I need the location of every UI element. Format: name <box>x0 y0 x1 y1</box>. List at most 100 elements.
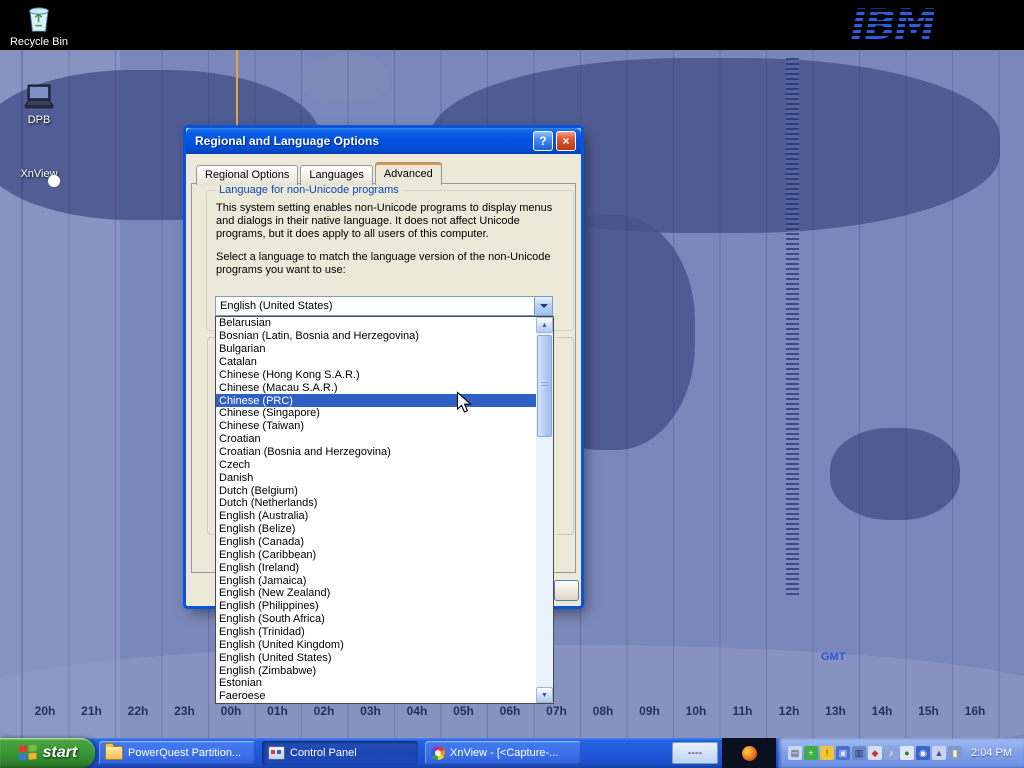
control-panel-icon <box>268 746 285 760</box>
language-option[interactable]: English (Jamaica) <box>216 574 536 587</box>
language-option[interactable]: Czech <box>216 458 536 471</box>
chevron-down-icon <box>540 304 548 308</box>
desktop-icon-recycle-bin[interactable]: Recycle Bin <box>6 4 72 48</box>
scroll-down-button[interactable]: ▼ <box>536 687 553 703</box>
language-option[interactable]: Chinese (Hong Kong S.A.R.) <box>216 368 536 381</box>
tray-messenger-icon[interactable]: ◉ <box>916 746 930 760</box>
language-option[interactable]: English (Belize) <box>216 523 536 536</box>
hidden-groupbox-edge-right <box>557 337 574 535</box>
tray-removal-icon[interactable]: ▲ <box>932 746 946 760</box>
tray-shield-icon[interactable]: + <box>804 746 818 760</box>
taskbar-button-control-panel[interactable]: Control Panel <box>262 741 418 765</box>
language-option[interactable]: Chinese (PRC) <box>216 394 536 407</box>
tray-network-icon[interactable]: ▥ <box>852 746 866 760</box>
folder-icon <box>105 746 123 760</box>
taskbar-button-powerquest[interactable]: PowerQuest Partition... <box>99 741 255 765</box>
taskbar-button-label: PowerQuest Partition... <box>128 747 241 759</box>
icon-label: XnView <box>6 168 72 180</box>
language-option[interactable]: Faeroese <box>216 690 536 703</box>
tray-display-icon[interactable]: ▣ <box>836 746 850 760</box>
app-launcher-icon <box>742 746 757 761</box>
desktop-icon-dpb[interactable]: DPB <box>6 82 72 126</box>
system-tray: ▤+!▣▥◆♪●◉▲▮ 2:04 PM <box>778 738 1024 768</box>
language-option[interactable]: Danish <box>216 471 536 484</box>
laptop-icon <box>21 82 57 112</box>
tray-keyboard-icon[interactable]: ▤ <box>788 746 802 760</box>
language-option[interactable]: Chinese (Taiwan) <box>216 420 536 433</box>
ibm-logo: IBM <box>851 0 934 49</box>
date-line-hatch <box>786 58 799 598</box>
start-label: start <box>43 744 78 762</box>
taskbar-buttons: PowerQuest Partition... Control Panel XnVi… <box>99 741 581 765</box>
language-option[interactable]: English (United States) <box>216 651 536 664</box>
group-box-title: Language for non-Unicode programs <box>216 184 402 196</box>
tab-regional-options[interactable]: Regional Options <box>196 165 298 185</box>
taskbar: start PowerQuest Partition... Control Pan… <box>0 738 1024 768</box>
language-option[interactable]: Dutch (Netherlands) <box>216 497 536 510</box>
non-unicode-language-combobox[interactable]: English (United States) <box>215 296 553 316</box>
language-option[interactable]: Estonian <box>216 677 536 690</box>
gmt-label: GMT <box>821 651 845 663</box>
taskbar-toolbar-label: ---- <box>688 747 703 759</box>
meridian-highlight-line <box>236 50 238 130</box>
language-option[interactable]: English (Caribbean) <box>216 548 536 561</box>
scrollbar-track[interactable] <box>536 333 553 687</box>
tray-antivirus-icon[interactable]: ◆ <box>868 746 882 760</box>
scroll-up-button[interactable]: ▲ <box>536 317 553 333</box>
dialog-title: Regional and Language Options <box>195 134 530 148</box>
language-options: BelarusianBosnian (Latin, Bosnia and Her… <box>216 317 536 703</box>
taskbar-toolbar[interactable]: ---- <box>672 742 718 764</box>
language-option[interactable]: Dutch (Belgium) <box>216 484 536 497</box>
language-option[interactable]: English (United Kingdom) <box>216 638 536 651</box>
language-option[interactable]: Bosnian (Latin, Bosnia and Herzegovina) <box>216 330 536 343</box>
language-option[interactable]: English (Zimbabwe) <box>216 664 536 677</box>
taskbar-button-label: Control Panel <box>290 747 357 759</box>
taskbar-button-label: XnView - [<Capture-... <box>450 747 558 759</box>
tray-scheduler-icon[interactable]: ● <box>900 746 914 760</box>
language-option[interactable]: Croatian <box>216 433 536 446</box>
tray-icons: ▤+!▣▥◆♪●◉▲▮ <box>788 746 962 760</box>
combobox-dropdown-button[interactable] <box>534 297 552 315</box>
start-button[interactable]: start <box>0 738 95 768</box>
language-option[interactable]: Chinese (Singapore) <box>216 407 536 420</box>
dialog-tab-strip: Regional Options Languages Advanced <box>196 162 444 185</box>
desktop: 20h21h22h23h00h01h02h03h04h05h06h07h08h0… <box>0 0 1024 768</box>
group-description: This system setting enables non-Unicode … <box>216 202 564 241</box>
combobox-value: English (United States) <box>216 300 534 312</box>
icon-label: Recycle Bin <box>6 36 72 48</box>
language-option[interactable]: Bulgarian <box>216 343 536 356</box>
tab-languages[interactable]: Languages <box>300 165 372 185</box>
language-option[interactable]: English (Canada) <box>216 536 536 549</box>
tray-update-icon[interactable]: ! <box>820 746 834 760</box>
scrollbar-thumb[interactable] <box>537 335 552 437</box>
taskbar-dark-segment[interactable] <box>722 738 776 768</box>
windows-flag-icon <box>18 744 38 762</box>
language-option[interactable]: English (South Africa) <box>216 613 536 626</box>
taskbar-button-xnview[interactable]: XnView - [<Capture-... <box>425 741 581 765</box>
top-black-band: IBM <box>0 0 1024 50</box>
xnview-icon <box>431 746 445 760</box>
recycle-bin-icon <box>24 4 54 34</box>
language-option[interactable]: English (Philippines) <box>216 600 536 613</box>
tray-power-icon[interactable]: ▮ <box>948 746 962 760</box>
language-dropdown-list: BelarusianBosnian (Latin, Bosnia and Her… <box>215 316 554 704</box>
language-option[interactable]: English (Ireland) <box>216 561 536 574</box>
dialog-titlebar[interactable]: Regional and Language Options ? × <box>186 128 581 154</box>
help-button[interactable]: ? <box>533 131 553 151</box>
language-option[interactable]: Catalan <box>216 356 536 369</box>
language-option[interactable]: Chinese (Macau S.A.R.) <box>216 381 536 394</box>
language-option[interactable]: English (New Zealand) <box>216 587 536 600</box>
tray-volume-icon[interactable]: ♪ <box>884 746 898 760</box>
language-option[interactable]: Belarusian <box>216 317 536 330</box>
apply-button-partial[interactable] <box>554 580 579 601</box>
group-instruction: Select a language to match the language … <box>216 251 564 277</box>
desktop-icon-xnview[interactable]: XnView <box>6 166 72 180</box>
language-option[interactable]: English (Australia) <box>216 510 536 523</box>
tab-advanced[interactable]: Advanced <box>375 162 442 185</box>
close-button[interactable]: × <box>556 131 576 151</box>
dropdown-scrollbar[interactable]: ▲ ▼ <box>536 317 553 703</box>
language-option[interactable]: Croatian (Bosnia and Herzegovina) <box>216 446 536 459</box>
language-option[interactable]: English (Trinidad) <box>216 626 536 639</box>
taskbar-clock: 2:04 PM <box>971 747 1024 759</box>
icon-label: DPB <box>6 114 72 126</box>
